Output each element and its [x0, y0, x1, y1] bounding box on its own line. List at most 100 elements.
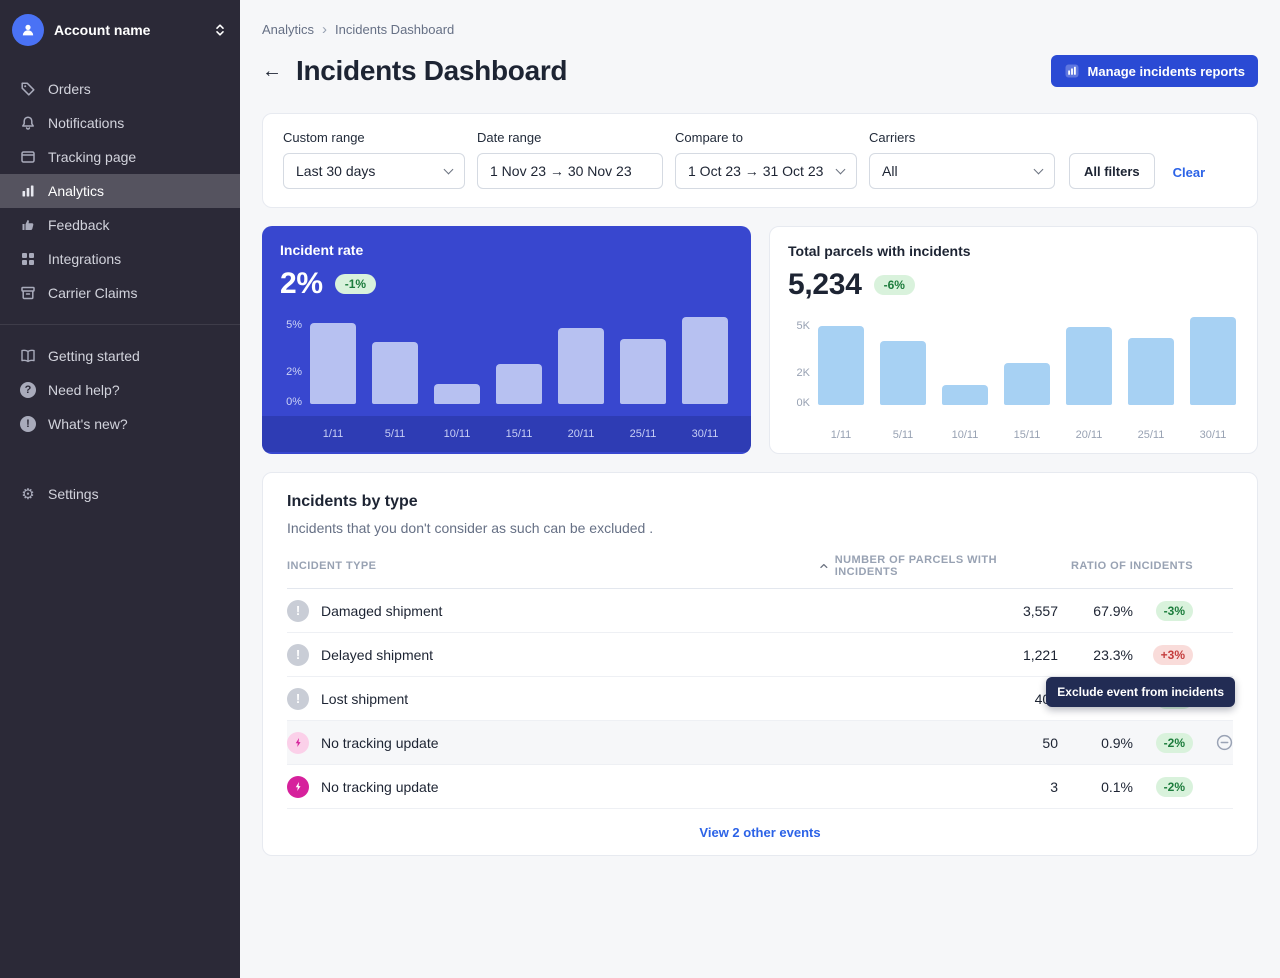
bar — [818, 326, 864, 405]
bell-icon — [20, 115, 36, 131]
report-chart-icon — [1064, 63, 1080, 79]
breadcrumb-current: Incidents Dashboard — [335, 22, 454, 37]
table-row[interactable]: ! Delayed shipment 1,221 23.3% +3% — [287, 633, 1233, 677]
delta-badge: -3% — [1156, 601, 1193, 621]
total-parcels-value: 5,234 — [788, 268, 862, 302]
filters-bar: Custom range Last 30 days Date range 1 N… — [262, 113, 1258, 208]
chart-title: Total parcels with incidents — [788, 243, 1239, 259]
y-tick: 5% — [286, 319, 302, 331]
x-tick: 15/11 — [496, 428, 542, 440]
custom-range-select[interactable]: Last 30 days — [283, 153, 465, 189]
delta-badge: +3% — [1153, 645, 1193, 665]
y-tick: 0% — [286, 396, 302, 408]
column-number-of-parcels[interactable]: NUMBER OF PARCELS WITH INCIDENTS — [818, 554, 1058, 578]
parcel-count: 50 — [818, 735, 1058, 751]
book-icon — [20, 348, 36, 364]
date-range-group: Date range 1 Nov 23 → 30 Nov 23 — [477, 130, 663, 189]
ratio-value: 0.1% — [1058, 779, 1133, 795]
x-tick: 5/11 — [880, 429, 926, 441]
x-tick: 30/11 — [682, 428, 728, 440]
sidebar-item-tracking-page[interactable]: Tracking page — [0, 140, 240, 174]
bar — [880, 341, 926, 405]
delta-badge: -1% — [335, 274, 376, 294]
view-other-events-link[interactable]: View 2 other events — [699, 825, 820, 840]
sidebar-item-notifications[interactable]: Notifications — [0, 106, 240, 140]
x-tick: 1/11 — [310, 428, 356, 440]
compare-to-group: Compare to 1 Oct 23 → 31 Oct 23 — [675, 130, 857, 189]
sidebar-item-label: Tracking page — [48, 149, 136, 165]
bar — [1190, 317, 1236, 405]
breadcrumb-analytics[interactable]: Analytics — [262, 22, 314, 37]
carriers-select[interactable]: All — [869, 153, 1055, 189]
x-tick: 10/11 — [434, 428, 480, 440]
sidebar-item-analytics[interactable]: Analytics — [0, 174, 240, 208]
account-switcher[interactable]: Account name — [0, 0, 240, 60]
bar — [310, 323, 356, 404]
incident-type: Damaged shipment — [321, 603, 442, 619]
sort-asc-icon — [818, 560, 830, 572]
all-filters-button[interactable]: All filters — [1069, 153, 1155, 189]
exclude-event-button[interactable] — [1216, 734, 1233, 751]
browser-icon — [20, 149, 36, 165]
bar-plot — [818, 315, 1239, 405]
sidebar: Account name Orders Notifications Tracki… — [0, 0, 240, 978]
sidebar-item-whats-new[interactable]: ! What's new? — [0, 407, 240, 441]
bar — [942, 385, 988, 405]
x-tick: 20/11 — [1066, 429, 1112, 441]
incident-rate-chart: 5% 2% 0% — [262, 301, 751, 404]
sidebar-item-label: Getting started — [48, 348, 140, 364]
incident-type: No tracking update — [321, 779, 439, 795]
date-range-input[interactable]: 1 Nov 23 → 30 Nov 23 — [477, 153, 663, 189]
bar — [682, 317, 728, 404]
delta-badge: -2% — [1156, 733, 1193, 753]
sidebar-item-settings[interactable]: ⚙ Settings — [0, 477, 240, 511]
bar — [434, 384, 480, 404]
thumbs-up-icon — [20, 217, 36, 233]
clear-filters-link[interactable]: Clear — [1167, 165, 1212, 189]
bar — [1004, 363, 1050, 405]
main-content: Analytics › Incidents Dashboard ← Incide… — [240, 0, 1280, 978]
bar-chart-icon — [20, 183, 36, 199]
sidebar-item-feedback[interactable]: Feedback — [0, 208, 240, 242]
manage-incidents-reports-button[interactable]: Manage incidents reports — [1051, 55, 1258, 87]
compare-to-select[interactable]: 1 Oct 23 → 31 Oct 23 — [675, 153, 857, 189]
sidebar-item-label: Orders — [48, 81, 91, 97]
sidebar-item-getting-started[interactable]: Getting started — [0, 339, 240, 373]
archive-box-icon — [20, 285, 36, 301]
parcel-count: 400 — [818, 691, 1058, 707]
help-icon: ? — [20, 382, 36, 398]
table-row-hovered[interactable]: No tracking update 50 0.9% -2% — [287, 721, 1233, 765]
incident-type: Lost shipment — [321, 691, 408, 707]
sidebar-item-label: Feedback — [48, 217, 109, 233]
sidebar-item-integrations[interactable]: Integrations — [0, 242, 240, 276]
sidebar-item-carrier-claims[interactable]: Carrier Claims — [0, 276, 240, 310]
parcel-count: 3,557 — [818, 603, 1058, 619]
bar — [1128, 338, 1174, 405]
date-range-label: Date range — [477, 130, 663, 145]
page-header: ← Incidents Dashboard Manage incidents r… — [262, 55, 1258, 87]
sidebar-item-label: Integrations — [48, 251, 121, 267]
bar — [496, 364, 542, 404]
chevron-down-icon — [444, 164, 454, 174]
sidebar-item-orders[interactable]: Orders — [0, 72, 240, 106]
sidebar-item-label: Settings — [48, 486, 99, 502]
grid-icon — [20, 251, 36, 267]
table-row[interactable]: ! Damaged shipment 3,557 67.9% -3% — [287, 589, 1233, 633]
back-button[interactable]: ← — [262, 61, 282, 81]
x-tick: 30/11 — [1190, 429, 1236, 441]
y-axis: 5K 2K 0K — [788, 315, 818, 405]
gear-icon: ⚙ — [20, 486, 36, 502]
chevron-down-icon — [1034, 164, 1044, 174]
incident-rate-card: Incident rate 2% -1% 5% 2% 0% 1/11 — [262, 226, 751, 454]
sidebar-item-need-help[interactable]: ? Need help? — [0, 373, 240, 407]
lightning-icon — [287, 732, 309, 754]
whats-new-icon: ! — [20, 416, 36, 432]
charts-row: Incident rate 2% -1% 5% 2% 0% 1/11 — [262, 226, 1258, 454]
sidebar-item-label: Analytics — [48, 183, 104, 199]
table-header: INCIDENT TYPE NUMBER OF PARCELS WITH INC… — [287, 554, 1233, 589]
total-parcels-chart: 5K 2K 0K — [770, 302, 1257, 405]
minus-circle-icon — [1216, 734, 1233, 751]
table-row[interactable]: No tracking update 3 0.1% -2% — [287, 765, 1233, 809]
x-axis: 1/11 5/11 10/11 15/11 20/11 25/11 30/11 — [262, 416, 751, 452]
bar — [372, 342, 418, 404]
